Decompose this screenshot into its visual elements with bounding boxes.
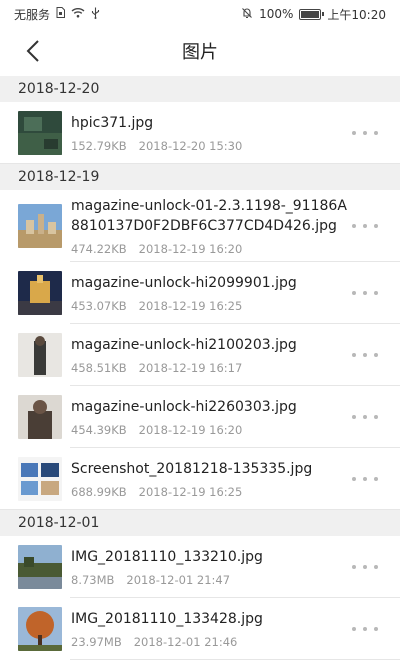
thumbnail [18,607,62,651]
more-options-icon[interactable] [352,125,378,141]
file-meta: 458.51KB 2018-12-19 16:17 [71,361,354,375]
status-left: 无服务 [14,6,100,23]
file-meta: 23.97MB 2018-12-01 21:46 [71,635,354,649]
list-item[interactable]: IMG_20181110_133210.jpg 8.73MB 2018-12-0… [0,536,400,598]
more-options-icon[interactable] [352,409,378,425]
list-item[interactable]: IMG_20181110_133428.jpg 23.97MB 2018-12-… [0,598,400,660]
more-options-icon[interactable] [352,285,378,301]
file-name: hpic371.jpg [71,115,154,131]
file-size: 474.22KB [71,242,127,256]
battery-icon [299,8,325,20]
more-options-icon[interactable] [352,347,378,363]
item-info: IMG_20181110_133428.jpg 23.97MB 2018-12-… [71,609,400,649]
status-right: 100% 上午10:20 [241,6,386,23]
file-size: 458.51KB [71,361,127,375]
title-bar: 图片 [0,28,400,74]
wifi-icon [71,7,85,21]
mute-bell-icon [241,7,253,22]
battery-percent: 100% [259,7,294,21]
file-name: magazine-unlock-hi2100203.jpg [71,337,297,353]
file-time: 2018-12-19 16:20 [138,423,243,437]
file-size: 454.39KB [71,423,127,437]
thumbnail [18,333,62,377]
battery-fill [301,10,320,18]
list-item[interactable]: magazine-unlock-01-2.3.1198-_91186A88101… [0,190,400,262]
file-size: 688.99KB [71,485,127,499]
status-bar: 无服务 100% 上午10:20 [0,0,400,28]
file-time: 2018-12-19 16:25 [138,299,243,313]
file-meta: 8.73MB 2018-12-01 21:47 [71,573,354,587]
thumbnail [18,395,62,439]
file-meta: 152.79KB 2018-12-20 15:30 [71,139,354,153]
item-info: magazine-unlock-hi2100203.jpg 458.51KB 2… [71,335,400,375]
file-meta: 454.39KB 2018-12-19 16:20 [71,423,354,437]
sim-icon [56,7,66,21]
file-meta: 474.22KB 2018-12-19 16:20 [71,242,354,256]
thumbnail [18,457,62,501]
file-meta: 453.07KB 2018-12-19 16:25 [71,299,354,313]
file-name: Screenshot_20181218-135335.jpg [71,461,313,477]
file-size: 152.79KB [71,139,127,153]
image-list: 2018-12-20 hpic371.jpg 152.79KB 2018-12-… [0,76,400,660]
file-time: 2018-12-19 16:17 [138,361,243,375]
list-item[interactable]: magazine-unlock-hi2100203.jpg 458.51KB 2… [0,324,400,386]
more-options-icon[interactable] [352,559,378,575]
item-info: magazine-unlock-01-2.3.1198-_91186A88101… [71,196,400,256]
item-info: hpic371.jpg 152.79KB 2018-12-20 15:30 [71,113,400,153]
thumbnail [18,271,62,315]
list-item[interactable]: magazine-unlock-hi2260303.jpg 454.39KB 2… [0,386,400,448]
back-button[interactable] [18,36,48,66]
clock: 上午10:20 [327,7,386,22]
list-item[interactable]: magazine-unlock-hi2099901.jpg 453.07KB 2… [0,262,400,324]
item-info: magazine-unlock-hi2099901.jpg 453.07KB 2… [71,273,400,313]
file-name: IMG_20181110_133428.jpg [71,611,263,627]
section-header-date: 2018-12-20 [0,76,400,102]
file-name: magazine-unlock-hi2099901.jpg [71,275,297,291]
more-options-icon[interactable] [352,621,378,637]
list-item[interactable]: Screenshot_20181218-135335.jpg 688.99KB … [0,448,400,510]
section-header-date: 2018-12-19 [0,164,400,190]
usb-icon [91,7,100,22]
file-time: 2018-12-19 16:25 [138,485,243,499]
file-meta: 688.99KB 2018-12-19 16:25 [71,485,354,499]
file-size: 8.73MB [71,573,115,587]
item-info: magazine-unlock-hi2260303.jpg 454.39KB 2… [71,397,400,437]
more-options-icon[interactable] [352,218,378,234]
more-options-icon[interactable] [352,471,378,487]
item-info: Screenshot_20181218-135335.jpg 688.99KB … [71,459,400,499]
item-info: IMG_20181110_133210.jpg 8.73MB 2018-12-0… [71,547,400,587]
list-item[interactable]: hpic371.jpg 152.79KB 2018-12-20 15:30 [0,102,400,164]
file-time: 2018-12-19 16:20 [138,242,243,256]
file-name: magazine-unlock-01-2.3.1198-_91186A88101… [71,198,347,234]
carrier-text: 无服务 [14,7,51,22]
file-size: 453.07KB [71,299,127,313]
thumbnail [18,545,62,589]
file-name: magazine-unlock-hi2260303.jpg [71,399,297,415]
thumbnail [18,204,62,248]
file-time: 2018-12-01 21:47 [126,573,231,587]
thumbnail [18,111,62,155]
page-title: 图片 [182,42,218,63]
file-size: 23.97MB [71,635,122,649]
file-time: 2018-12-01 21:46 [133,635,238,649]
file-time: 2018-12-20 15:30 [138,139,243,153]
file-name: IMG_20181110_133210.jpg [71,549,263,565]
back-arrow-icon [26,40,39,62]
section-header-date: 2018-12-01 [0,510,400,536]
